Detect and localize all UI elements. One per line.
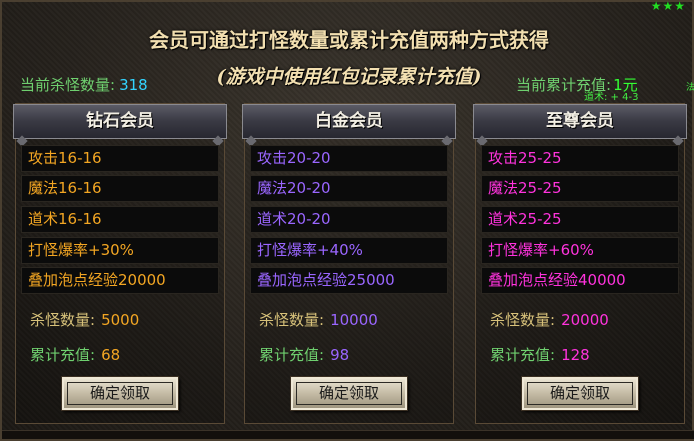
recharge-requirement-label: 累计充值: (490, 346, 556, 364)
recharge-requirement: 累计充值: 98 (259, 344, 349, 365)
recharge-requirement: 累计充值: 68 (30, 344, 120, 365)
current-kills-stat: 当前杀怪数量: 318 (20, 74, 148, 95)
attr-row: 攻击25-25 (481, 145, 679, 172)
attr-row: 攻击16-16 (21, 145, 219, 172)
kill-requirement: 杀怪数量: 10000 (259, 309, 378, 330)
attr-row: 魔法20-20 (250, 175, 448, 202)
kill-requirement: 杀怪数量: 5000 (30, 309, 139, 330)
attr-row: 打怪爆率+40% (250, 237, 448, 264)
diamond-member-card: 钻石会员 攻击16-16 魔法16-16 道术16-16 打怪爆率+30% 叠加… (13, 103, 227, 424)
kill-requirement-value: 20000 (561, 311, 609, 329)
recharge-requirement-label: 累计充值: (259, 346, 325, 364)
attr-row: 攻击20-20 (250, 145, 448, 172)
membership-panel: ★★★ 会员可通过打怪数量或累计充值两种方式获得 (游戏中使用红包记录累计充值)… (0, 0, 694, 441)
claim-platinum-button[interactable]: 确定领取 (291, 377, 407, 410)
diamond-member-title: 钻石会员 (13, 104, 227, 139)
supreme-member-title: 至尊会员 (473, 104, 687, 139)
kill-requirement-label: 杀怪数量: (259, 311, 325, 329)
attr-row: 魔法25-25 (481, 175, 679, 202)
platinum-member-title: 白金会员 (242, 104, 456, 139)
kill-requirement-label: 杀怪数量: (490, 311, 556, 329)
overlay-floating-text-1: 法 (686, 83, 694, 93)
platinum-member-card: 白金会员 攻击20-20 魔法20-20 道术20-20 打怪爆率+40% 叠加… (242, 103, 456, 424)
kill-requirement-label: 杀怪数量: (30, 311, 96, 329)
attr-row: 打怪爆率+30% (21, 237, 219, 264)
recharge-requirement-label: 累计充值: (30, 346, 96, 364)
attr-row: 叠加泡点经验20000 (21, 267, 219, 294)
supreme-member-card: 至尊会员 攻击25-25 魔法25-25 道术25-25 打怪爆率+60% 叠加… (473, 103, 687, 424)
recharge-requirement-value: 98 (330, 346, 350, 364)
attr-row: 叠加泡点经验40000 (481, 267, 679, 294)
kill-requirement-value: 5000 (101, 311, 140, 329)
bottom-border (2, 430, 694, 439)
attr-row: 道术16-16 (21, 206, 219, 233)
panel-title: 会员可通过打怪数量或累计充值两种方式获得 (149, 28, 549, 52)
current-kills-value: 318 (119, 76, 148, 94)
current-kills-label: 当前杀怪数量: (20, 76, 116, 94)
recharge-requirement-value: 128 (561, 346, 590, 364)
kill-requirement: 杀怪数量: 20000 (490, 309, 609, 330)
claim-diamond-button[interactable]: 确定领取 (62, 377, 178, 410)
attr-row: 打怪爆率+60% (481, 237, 679, 264)
overlay-floating-text-2: 道术: + 4-3 (584, 92, 639, 103)
recharge-requirement-value: 68 (101, 346, 121, 364)
attr-row: 叠加泡点经验25000 (250, 267, 448, 294)
star-rating-icon: ★★★ (650, 0, 686, 13)
claim-supreme-button[interactable]: 确定领取 (522, 377, 638, 410)
kill-requirement-value: 10000 (330, 311, 378, 329)
attr-row: 道术20-20 (250, 206, 448, 233)
recharge-requirement: 累计充值: 128 (490, 344, 590, 365)
attr-row: 道术25-25 (481, 206, 679, 233)
attr-row: 魔法16-16 (21, 175, 219, 202)
